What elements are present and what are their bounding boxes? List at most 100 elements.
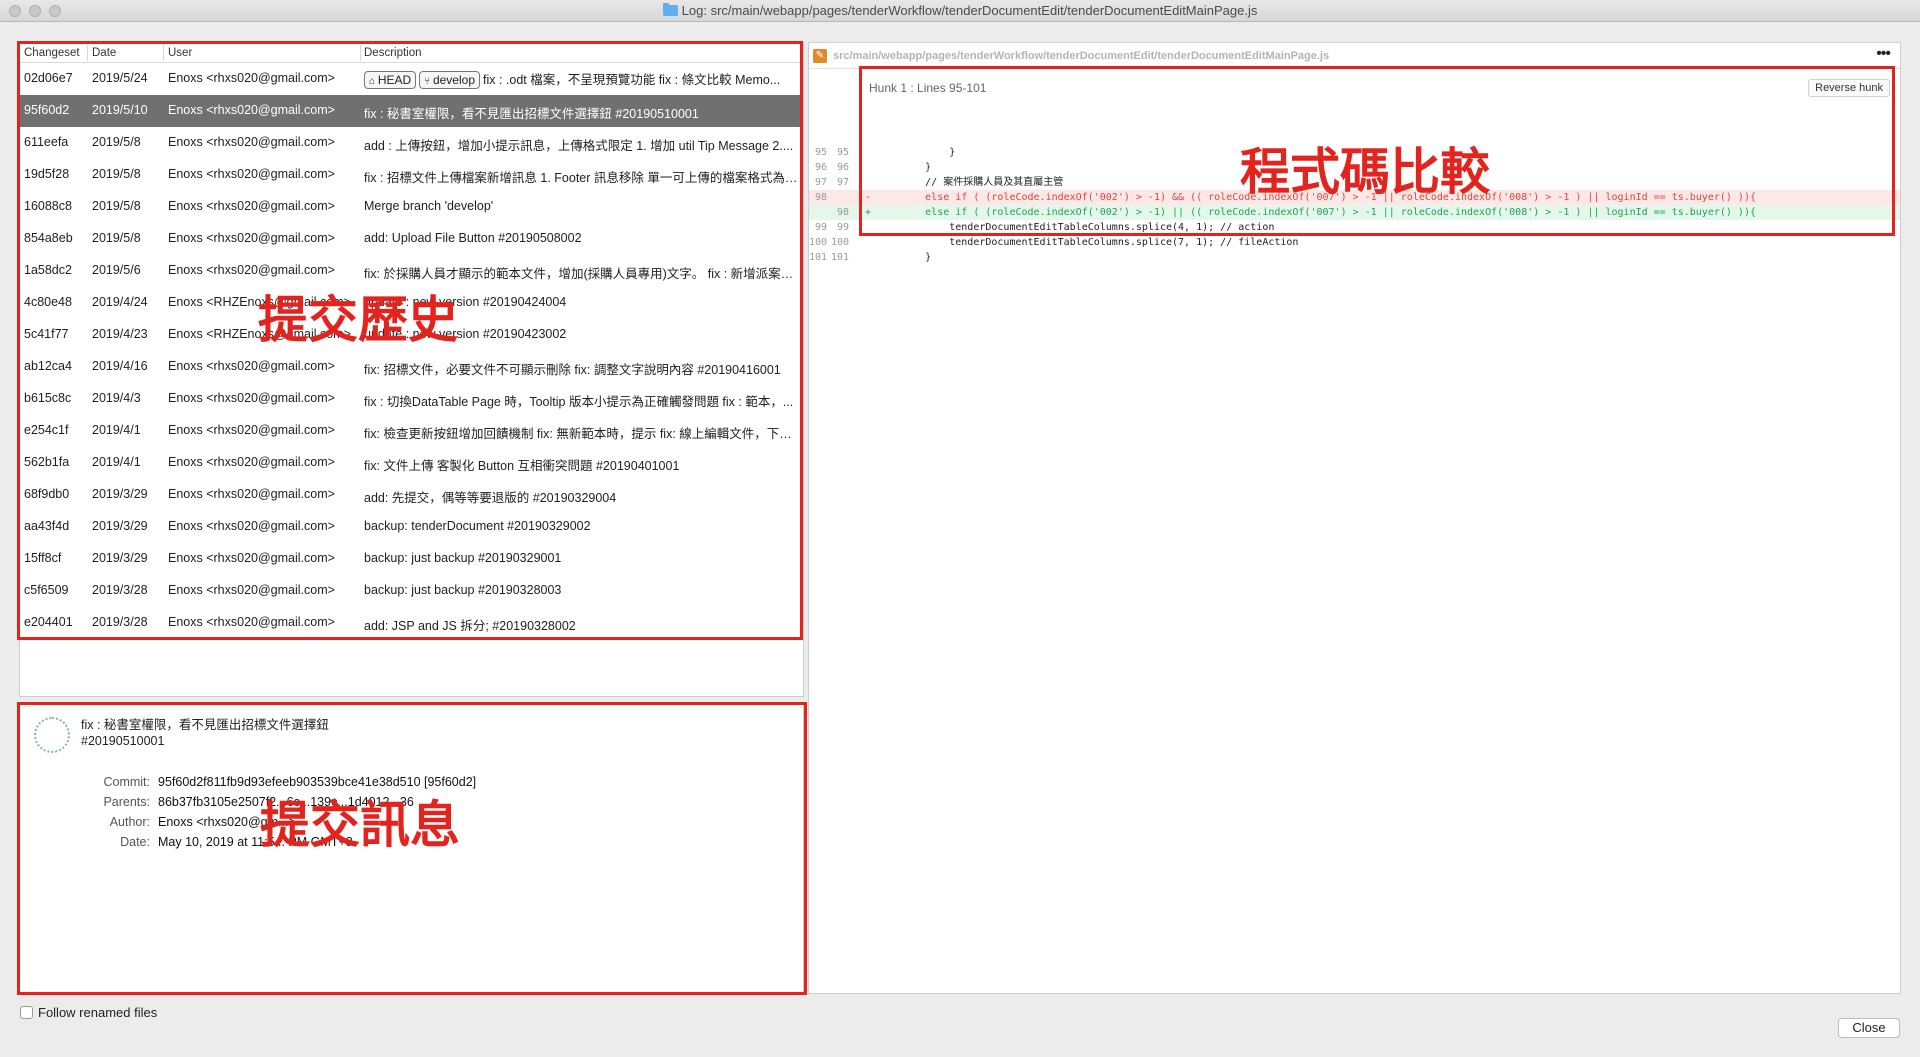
- log-row[interactable]: 15ff8cf 2019/3/29 Enoxs <rhxs020@gmail.com…: [20, 543, 803, 575]
- folder-icon: [662, 3, 678, 16]
- new-line-number: 96: [836, 162, 849, 173]
- tag-icon: ⌂: [369, 76, 378, 87]
- log-row[interactable]: 02d06e7 2019/5/24 Enoxs <rhxs020@gmail.com…: [20, 63, 803, 95]
- row-description-cell: fix : 切換DataTable Page 時，Tooltip 版本小提示為正…: [364, 391, 800, 410]
- row-description: fix: 檢查更新按鈕增加回饋機制 fix: 無新範本時，提示 fix: 線上編…: [364, 427, 800, 441]
- commit-field-key: Commit:: [103, 775, 150, 789]
- row-changeset: 854a8eb: [24, 231, 73, 245]
- log-row[interactable]: c5f6509 2019/3/28 Enoxs <rhxs020@gmail.com…: [20, 575, 803, 607]
- new-line-number: 101: [831, 252, 850, 263]
- row-changeset: 611eefa: [24, 135, 69, 149]
- row-description-cell: add: 先提交，偶等等要退版的 #20190329004: [364, 487, 800, 506]
- log-row[interactable]: e204401 2019/3/28 Enoxs <rhxs020@gmail.com…: [20, 607, 803, 639]
- old-line-number: 101: [809, 252, 828, 263]
- old-line-number: 97: [814, 177, 827, 188]
- follow-renamed-checkbox[interactable]: [20, 1006, 33, 1019]
- column-header-date[interactable]: Date: [92, 47, 116, 59]
- row-user: Enoxs <rhxs020@gmail.com>: [168, 455, 335, 469]
- commit-message-line-1: fix : 秘書室權限，看不見匯出招標文件選擇鈕: [81, 718, 329, 732]
- annotation-label-compare: 程式碼比較: [1240, 143, 1490, 201]
- row-date: 2019/5/8: [92, 135, 141, 149]
- close-button[interactable]: Close: [1838, 1018, 1900, 1038]
- pane-splitter[interactable]: [19, 697, 804, 700]
- row-changeset: 562b1fa: [24, 455, 70, 469]
- log-row[interactable]: 16088c8 2019/5/8 Enoxs <rhxs020@gmail.com>…: [20, 191, 803, 223]
- row-description: fix: 招標文件，必要文件不可顯示刪除 fix: 調整文字說明內容 #2019…: [364, 363, 781, 377]
- row-description-cell: fix: 招標文件，必要文件不可顯示刪除 fix: 調整文字說明內容 #2019…: [364, 359, 800, 378]
- log-row[interactable]: aa43f4d 2019/3/29 Enoxs <rhxs020@gmail.com…: [20, 511, 803, 543]
- row-user: Enoxs <rhxs020@gmail.com>: [168, 583, 335, 597]
- log-row[interactable]: 95f60d2 2019/5/10 Enoxs <rhxs020@gmail.com…: [20, 95, 803, 127]
- row-description-cell: fix : 秘書室權限，看不見匯出招標文件選擇鈕 #20190510001: [364, 103, 800, 122]
- reverse-hunk-button[interactable]: Reverse hunk: [1808, 79, 1890, 97]
- row-date: 2019/3/29: [92, 551, 148, 565]
- log-row[interactable]: e254c1f 2019/4/1 Enoxs <rhxs020@gmail.com>…: [20, 415, 803, 447]
- follow-renamed-label[interactable]: Follow renamed files: [38, 1005, 157, 1020]
- row-changeset: 02d06e7: [24, 71, 73, 85]
- date-field-key: Date:: [120, 835, 150, 849]
- row-changeset: aa43f4d: [24, 519, 70, 533]
- row-description: fix : 招標文件上傳檔案新增訊息 1. Footer 訊息移除 單一可上傳的…: [364, 171, 800, 185]
- column-header-changeset[interactable]: Changeset: [24, 47, 80, 59]
- row-user: Enoxs <rhxs020@gmail.com>: [168, 391, 335, 405]
- row-description: add: JSP and JS 拆分; #20190328002: [364, 619, 576, 633]
- column-header-description[interactable]: Description: [364, 47, 422, 59]
- author-field-key: Author:: [109, 815, 150, 829]
- row-changeset: e204401: [24, 615, 73, 629]
- more-options-icon[interactable]: •••: [1876, 45, 1891, 63]
- row-description-cell: add : 上傳按鈕，增加小提示訊息，上傳格式限定 1. 增加 util Tip…: [364, 135, 800, 154]
- row-changeset: 1a58dc2: [24, 263, 72, 277]
- annotation-label-history: 提交歷史: [258, 291, 458, 349]
- log-row[interactable]: ab12ca4 2019/4/16 Enoxs <rhxs020@gmail.com…: [20, 351, 803, 383]
- row-date: 2019/4/23: [92, 327, 148, 341]
- row-description: fix : 秘書室權限，看不見匯出招標文件選擇鈕 #20190510001: [364, 107, 699, 121]
- title-bar: Log: src/main/webapp/pages/tenderWorkflo…: [0, 0, 1920, 22]
- row-changeset: ab12ca4: [24, 359, 72, 373]
- row-changeset: 15ff8cf: [24, 551, 62, 565]
- diff-line: 100 100 tenderDocumentEditTableColumns.sp…: [809, 235, 1900, 250]
- commit-message: fix : 秘書室權限，看不見匯出招標文件選擇鈕 #20190510001: [81, 717, 329, 749]
- diff-line: 99 99 tenderDocumentEditTableColumns.spli…: [809, 220, 1900, 235]
- pencil-icon: ✎: [813, 49, 827, 63]
- window-title: Log: src/main/webapp/pages/tenderWorkflo…: [681, 3, 1258, 18]
- diff-line-text: else if ( (roleCode.indexOf('002') > -1)…: [877, 207, 1756, 218]
- diff-sign: -: [865, 192, 872, 203]
- row-date: 2019/5/10: [92, 103, 148, 117]
- diff-line-text: // 案件採購人員及其直屬主管: [877, 177, 1064, 188]
- row-description-cell: add: JSP and JS 拆分; #20190328002: [364, 615, 800, 634]
- hunk-title: Hunk 1 : Lines 95-101: [869, 81, 987, 95]
- row-description-cell: fix: 檢查更新按鈕增加回饋機制 fix: 無新範本時，提示 fix: 線上編…: [364, 423, 800, 442]
- diff-line-text: tenderDocumentEditTableColumns.splice(7,…: [877, 237, 1299, 248]
- row-description: fix: 於採購人員才顯示的範本文件，增加(採購人員專用)文字。 fix : 新…: [364, 267, 800, 281]
- row-changeset: 68f9db0: [24, 487, 70, 501]
- row-date: 2019/4/1: [92, 423, 141, 437]
- log-row[interactable]: 562b1fa 2019/4/1 Enoxs <rhxs020@gmail.com>…: [20, 447, 803, 479]
- row-date: 2019/4/1: [92, 455, 141, 469]
- row-date: 2019/5/8: [92, 231, 141, 245]
- diff-line: 101 101 }: [809, 250, 1900, 265]
- tag-head: ⌂ HEAD: [364, 71, 417, 89]
- tag-develop: ⑂ develop: [419, 71, 480, 89]
- row-description: Merge branch 'develop': [364, 199, 494, 213]
- row-user: Enoxs <rhxs020@gmail.com>: [168, 615, 335, 629]
- row-description: add : 上傳按鈕，增加小提示訊息，上傳格式限定 1. 增加 util Tip…: [364, 139, 794, 153]
- tag-label: develop: [432, 73, 475, 87]
- row-date: 2019/4/3: [92, 391, 141, 405]
- new-line-number: 99: [836, 222, 849, 233]
- log-row[interactable]: 68f9db0 2019/3/29 Enoxs <rhxs020@gmail.com…: [20, 479, 803, 511]
- log-row[interactable]: b615c8c 2019/4/3 Enoxs <rhxs020@gmail.com>…: [20, 383, 803, 415]
- avatar: [34, 717, 70, 753]
- annotation-label-message: 提交訊息: [260, 796, 460, 854]
- window-title-container: Log: src/main/webapp/pages/tenderWorkflo…: [0, 3, 1920, 18]
- log-row[interactable]: 611eefa 2019/5/8 Enoxs <rhxs020@gmail.com>…: [20, 127, 803, 159]
- column-header-user[interactable]: User: [168, 47, 192, 59]
- row-date: 2019/5/6: [92, 263, 141, 277]
- log-row[interactable]: 854a8eb 2019/5/8 Enoxs <rhxs020@gmail.com>…: [20, 223, 803, 255]
- row-user: Enoxs <rhxs020@gmail.com>: [168, 167, 335, 181]
- row-user: Enoxs <rhxs020@gmail.com>: [168, 519, 335, 533]
- log-row[interactable]: 19d5f28 2019/5/8 Enoxs <rhxs020@gmail.com>…: [20, 159, 803, 191]
- row-description: backup: just backup #20190328003: [364, 583, 562, 597]
- row-user: Enoxs <rhxs020@gmail.com>: [168, 359, 335, 373]
- row-description: fix : 切換DataTable Page 時，Tooltip 版本小提示為正…: [364, 395, 794, 409]
- row-user: Enoxs <rhxs020@gmail.com>: [168, 487, 335, 501]
